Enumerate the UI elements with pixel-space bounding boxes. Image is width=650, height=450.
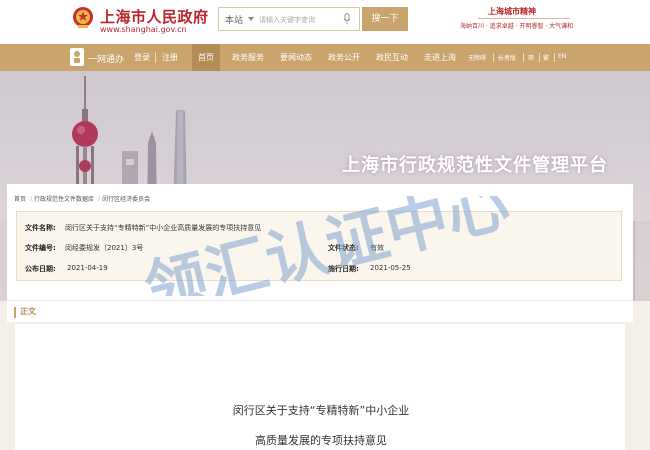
publish-date-label: 公布日期: — [25, 265, 56, 273]
traditional-chinese-link[interactable]: 繁 — [543, 53, 549, 62]
doc-name-value: 闵行区关于支持“专精特新”中小企业高质量发展的专项扶持意见 — [65, 224, 262, 232]
breadcrumb-separator: / — [98, 196, 101, 203]
divider — [539, 53, 540, 62]
nav-item-news[interactable]: 要闻动态 — [276, 44, 316, 71]
nav-item-interaction[interactable]: 政民互动 — [372, 44, 412, 71]
register-link[interactable]: 注册 — [162, 52, 178, 63]
search-box: 本站 — [218, 7, 360, 31]
effective-date-value: 2021-05-25 — [370, 264, 411, 272]
document-body: 闵行区关于支持“专精特新”中小企业 高质量发展的专项扶持意见 — [14, 323, 626, 450]
section-accent-bar — [14, 307, 16, 318]
doc-number-value: 闵经委规发〔2021〕3号 — [65, 244, 144, 252]
site-url: www.shanghai.gov.cn — [100, 25, 187, 34]
one-net-logo-icon — [70, 48, 84, 66]
accessibility-link[interactable]: 无障碍 — [468, 53, 486, 62]
document-info-card: 首页 / 行政规范性文件数据库 / 闵行区经济委员会 文件名称: 闵行区关于支持“专精特… — [7, 184, 633, 300]
top-header: 上海市人民政府 www.shanghai.gov.cn 本站 搜一下 上海城市精… — [0, 0, 650, 44]
breadcrumb-home[interactable]: 首页 — [14, 196, 26, 203]
effective-date-label: 施行日期: — [328, 265, 359, 273]
search-scope-select[interactable]: 本站 — [225, 13, 243, 26]
search-button[interactable]: 搜一下 — [362, 7, 408, 31]
document-metadata: 文件名称: 闵行区关于支持“专精特新”中小企业高质量发展的专项扶持意见 文件编号… — [16, 211, 622, 281]
nav-item-gov-services[interactable]: 政务服务 — [228, 44, 268, 71]
doc-title-line-1: 闵行区关于支持“专精特新”中小企业 — [232, 404, 410, 417]
breadcrumb-database[interactable]: 行政规范性文件数据库 — [34, 196, 94, 203]
doc-number-label: 文件编号: — [25, 244, 56, 252]
divider — [478, 18, 570, 19]
chevron-down-icon[interactable] — [248, 17, 254, 21]
banner-title: 上海市行政规范性文件管理平台 — [342, 155, 608, 176]
site-title[interactable]: 上海市人民政府 — [100, 6, 209, 27]
doc-status-value: 有效 — [370, 244, 384, 252]
divider — [155, 52, 156, 63]
city-spirit-text: 海纳百川 · 追求卓越 · 开明睿智 · 大气谦和 — [460, 23, 574, 30]
nav-item-gov-open[interactable]: 政务公开 — [324, 44, 364, 71]
one-net-service-link[interactable]: 一网通办 — [88, 52, 124, 65]
english-link[interactable]: EN — [558, 53, 566, 60]
main-nav: 一网通办 登录 注册 首页 政务服务 要闻动态 政务公开 政民互动 走进上海 无… — [0, 44, 650, 71]
doc-title-line-2: 高质量发展的专项扶持意见 — [255, 434, 387, 447]
nav-item-about-shanghai[interactable]: 走进上海 — [420, 44, 460, 71]
breadcrumb: 首页 / 行政规范性文件数据库 / 闵行区经济委员会 — [14, 194, 152, 203]
body-section-header: 正文 — [7, 300, 633, 322]
body-section-label: 正文 — [20, 307, 36, 316]
login-link[interactable]: 登录 — [134, 52, 150, 63]
microphone-icon[interactable] — [343, 13, 351, 25]
divider — [523, 53, 524, 62]
simplified-chinese-link[interactable]: 简 — [528, 53, 534, 62]
divider — [554, 53, 555, 62]
nav-item-home[interactable]: 首页 — [192, 44, 220, 71]
search-input[interactable] — [259, 12, 341, 27]
city-spirit-title: 上海城市精神 — [488, 7, 536, 16]
doc-name-label: 文件名称: — [25, 224, 56, 232]
publish-date-value: 2021-04-19 — [67, 264, 108, 272]
doc-status-label: 文件状态: — [328, 244, 359, 252]
breadcrumb-separator: / — [30, 196, 33, 203]
breadcrumb-department[interactable]: 闵行区经济委员会 — [102, 196, 150, 203]
elder-mode-link[interactable]: 长者版 — [498, 53, 516, 62]
national-emblem-icon — [73, 7, 93, 28]
divider — [493, 53, 494, 62]
